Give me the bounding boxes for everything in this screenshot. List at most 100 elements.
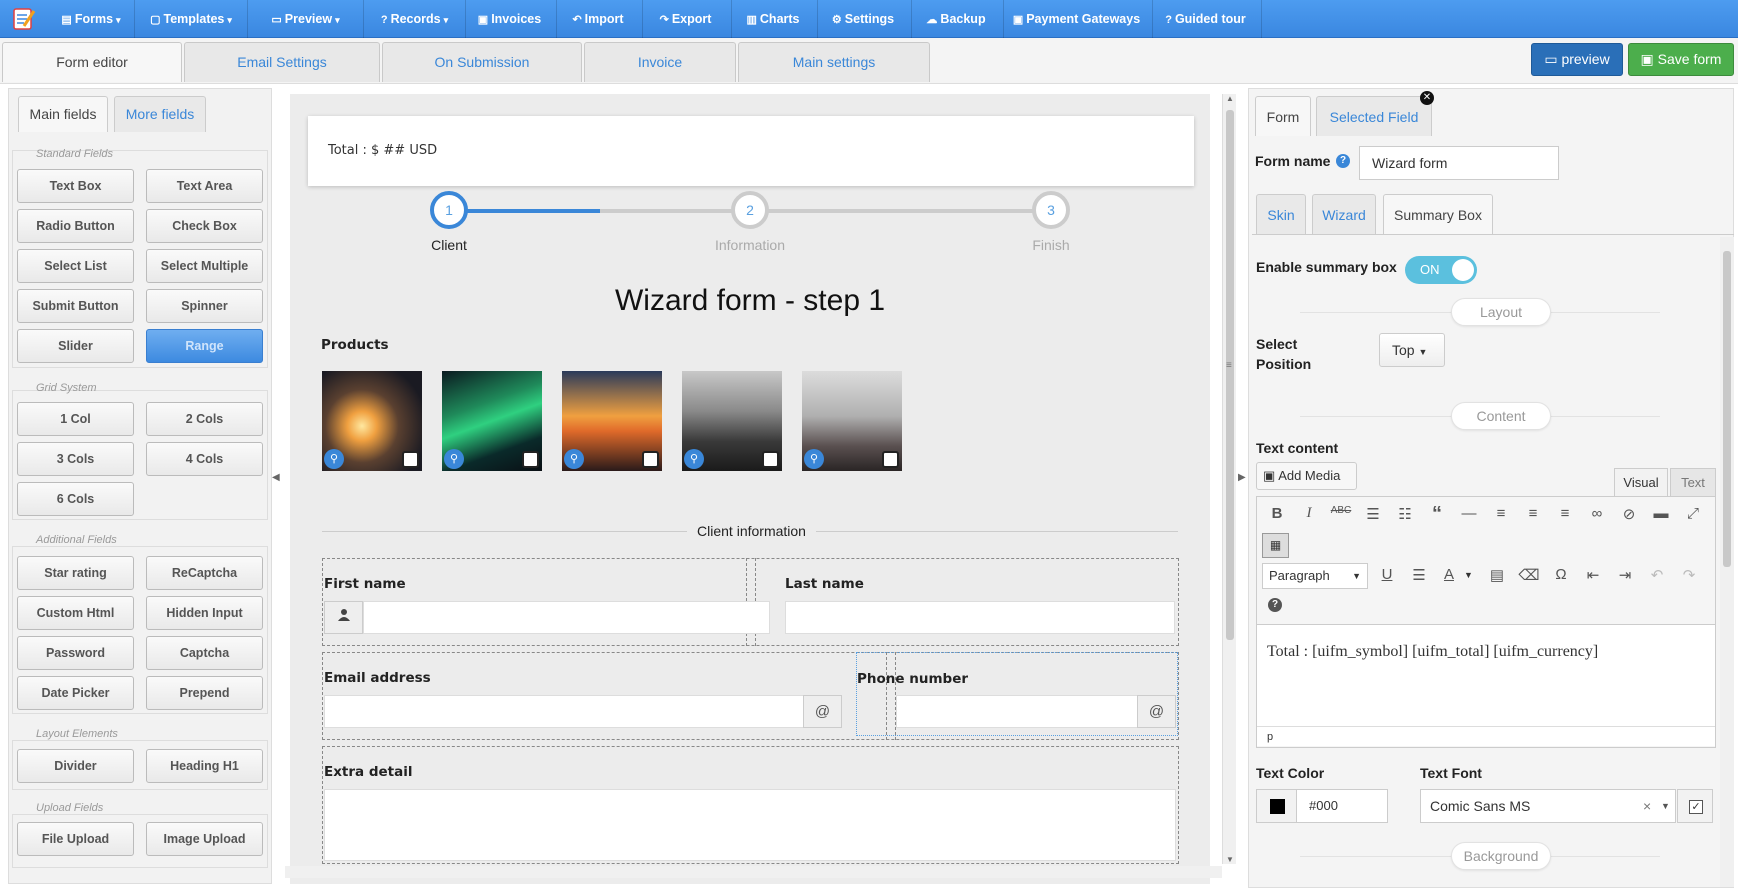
preview-button[interactable]: ▭ preview: [1531, 43, 1623, 76]
nav-charts[interactable]: ▥ Charts: [732, 0, 818, 38]
text-color-input[interactable]: #000: [1256, 789, 1388, 823]
tab-wizard[interactable]: Wizard: [1312, 194, 1376, 234]
product-checkbox[interactable]: [762, 451, 779, 468]
field-button-3-cols[interactable]: 3 Cols: [17, 442, 134, 476]
numbered-list-icon[interactable]: ☷: [1394, 505, 1416, 523]
zoom-icon[interactable]: ⚲: [444, 449, 464, 469]
editor-content[interactable]: Total : [uifm_symbol] [uifm_total] [uifm…: [1257, 624, 1715, 726]
close-icon[interactable]: ✕: [1420, 91, 1434, 105]
field-button-recaptcha[interactable]: ReCaptcha: [146, 556, 263, 590]
link-icon[interactable]: ∞: [1586, 505, 1608, 522]
nav-import[interactable]: ↶ Import: [557, 0, 643, 38]
text-color-icon[interactable]: A: [1438, 566, 1460, 583]
caret-down-icon[interactable]: ▼: [1464, 570, 1473, 580]
product-checkbox[interactable]: [882, 451, 899, 468]
wizard-step-3[interactable]: 3: [1032, 191, 1070, 229]
visual-tab[interactable]: Visual: [1614, 468, 1668, 496]
first-name-input[interactable]: [363, 601, 770, 634]
wizard-step-2[interactable]: 2: [731, 191, 769, 229]
product-image[interactable]: ⚲: [802, 371, 902, 471]
font-checkbox[interactable]: ✓: [1689, 800, 1703, 814]
resize-handle-icon[interactable]: ≡: [1226, 360, 1232, 371]
last-name-input[interactable]: [785, 601, 1175, 634]
product-image[interactable]: ⚲: [322, 371, 422, 471]
field-button-range[interactable]: Range: [146, 329, 263, 363]
field-button-2-cols[interactable]: 2 Cols: [146, 402, 263, 436]
product-image[interactable]: ⚲: [442, 371, 542, 471]
field-button-divider[interactable]: Divider: [17, 749, 134, 783]
align-left-icon[interactable]: ≡: [1490, 505, 1512, 522]
special-char-icon[interactable]: Ω: [1550, 566, 1572, 583]
wizard-step-1[interactable]: 1: [430, 191, 468, 229]
field-button-password[interactable]: Password: [17, 636, 134, 670]
field-button-check-box[interactable]: Check Box: [146, 209, 263, 243]
help-icon[interactable]: ?: [1268, 598, 1282, 612]
field-button-6-cols[interactable]: 6 Cols: [17, 482, 134, 516]
toolbar-toggle-icon[interactable]: ▦: [1262, 533, 1289, 558]
email-input[interactable]: [324, 695, 804, 728]
zoom-icon[interactable]: ⚲: [564, 449, 584, 469]
outdent-icon[interactable]: ⇤: [1582, 566, 1604, 584]
field-button-image-upload[interactable]: Image Upload: [146, 822, 263, 856]
position-select[interactable]: Top ▼: [1379, 333, 1445, 367]
field-button-select-list[interactable]: Select List: [17, 249, 134, 283]
canvas-scrollbar[interactable]: ▲ ▼: [1222, 94, 1236, 864]
field-button-star-rating[interactable]: Star rating: [17, 556, 134, 590]
clear-format-icon[interactable]: ⌫: [1518, 566, 1540, 584]
canvas-h-scrollbar[interactable]: [285, 866, 1222, 878]
field-button-spinner[interactable]: Spinner: [146, 289, 263, 323]
field-button-heading-h1[interactable]: Heading H1: [146, 749, 263, 783]
panel-scrollbar[interactable]: [1720, 237, 1734, 887]
undo-icon[interactable]: ↶: [1646, 566, 1668, 584]
field-button-select-multiple[interactable]: Select Multiple: [146, 249, 263, 283]
tab-form[interactable]: Form: [1255, 96, 1311, 136]
tab-summary-box[interactable]: Summary Box: [1383, 194, 1493, 234]
tab-main-settings[interactable]: Main settings: [738, 42, 930, 82]
summary-toggle[interactable]: ON: [1405, 256, 1477, 284]
unlink-icon[interactable]: ⊘: [1618, 505, 1640, 523]
nav-templates[interactable]: ▢ Templates ▾: [135, 0, 248, 38]
product-image[interactable]: ⚲: [682, 371, 782, 471]
tab-invoice[interactable]: Invoice: [584, 42, 736, 82]
field-button-text-box[interactable]: Text Box: [17, 169, 134, 203]
phone-input[interactable]: [896, 695, 1138, 728]
field-button-file-upload[interactable]: File Upload: [17, 822, 134, 856]
collapse-left-icon[interactable]: ◀: [272, 472, 280, 483]
product-checkbox[interactable]: [522, 451, 539, 468]
horizontal-rule-icon[interactable]: —: [1458, 505, 1480, 522]
zoom-icon[interactable]: ⚲: [684, 449, 704, 469]
color-swatch[interactable]: [1270, 799, 1285, 814]
tab-selected-field[interactable]: Selected Field: [1316, 96, 1432, 136]
paste-text-icon[interactable]: ▤: [1486, 566, 1508, 584]
product-checkbox[interactable]: [642, 451, 659, 468]
nav-backup[interactable]: ☁ Backup: [912, 0, 1004, 38]
product-image[interactable]: ⚲: [562, 371, 662, 471]
justify-icon[interactable]: ☰: [1408, 566, 1430, 584]
bullet-list-icon[interactable]: ☰: [1362, 505, 1384, 523]
help-icon[interactable]: ?: [1336, 154, 1350, 168]
form-name-input[interactable]: Wizard form: [1359, 146, 1559, 180]
product-checkbox[interactable]: [402, 451, 419, 468]
clear-icon[interactable]: ×: [1643, 790, 1651, 822]
italic-icon[interactable]: I: [1298, 505, 1320, 522]
redo-icon[interactable]: ↷: [1678, 566, 1700, 584]
read-more-icon[interactable]: ▬: [1650, 505, 1672, 522]
format-select[interactable]: Paragraph ▼: [1262, 563, 1368, 589]
add-media-button[interactable]: ▣ Add Media: [1256, 462, 1357, 490]
field-button-hidden-input[interactable]: Hidden Input: [146, 596, 263, 630]
text-tab[interactable]: Text: [1670, 468, 1716, 496]
indent-icon[interactable]: ⇥: [1614, 566, 1636, 584]
tab-form-editor[interactable]: Form editor: [2, 42, 182, 82]
nav-export[interactable]: ↷ Export: [643, 0, 732, 38]
nav-forms[interactable]: ▤ Forms ▾: [48, 0, 135, 38]
nav-records[interactable]: ? Records ▾: [364, 0, 466, 38]
fullscreen-icon[interactable]: ⤢: [1682, 505, 1704, 522]
field-button-radio-button[interactable]: Radio Button: [17, 209, 134, 243]
align-right-icon[interactable]: ≡: [1554, 505, 1576, 522]
nav-preview[interactable]: ▭ Preview ▾: [248, 0, 364, 38]
tab-more-fields[interactable]: More fields: [114, 96, 206, 132]
app-logo-icon[interactable]: [0, 0, 48, 38]
tab-main-fields[interactable]: Main fields: [18, 96, 108, 132]
field-button-1-col[interactable]: 1 Col: [17, 402, 134, 436]
bold-icon[interactable]: B: [1266, 505, 1288, 522]
